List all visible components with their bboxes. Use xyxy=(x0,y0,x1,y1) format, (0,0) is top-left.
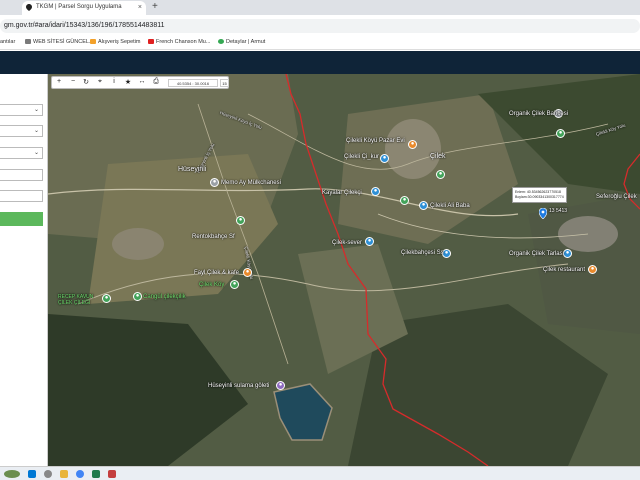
browser-tab-tkgm[interactable]: TKGM | Parsel Sorgu Uygulama × xyxy=(22,1,146,15)
map-toolbar: + − ↻ ⌖ i ★ ↔ ⎙ 40.5354 : 30.0016 15 xyxy=(51,76,229,89)
map-poi-pin[interactable]: ● xyxy=(400,196,409,205)
map-poi-pin[interactable]: ● xyxy=(436,170,445,179)
query-sidebar: ⌄ ⌄ ⌄ xyxy=(0,74,48,466)
block-input[interactable] xyxy=(0,169,43,181)
map-poi-pin[interactable]: ● xyxy=(419,201,428,210)
poi-label: Organik Çilek Bahçesi xyxy=(509,111,569,117)
map-view[interactable]: + − ↻ ⌖ i ★ ↔ ⎙ 40.5354 : 30.0016 15 Hüs… xyxy=(48,74,640,466)
youtube-icon xyxy=(148,39,154,44)
neighborhood-select[interactable]: ⌄ xyxy=(0,147,43,159)
chevron-down-icon: ⌄ xyxy=(33,107,39,113)
print-icon[interactable]: ⎙ xyxy=(151,78,161,86)
star-icon[interactable]: ★ xyxy=(123,78,133,86)
map-poi-pin[interactable]: ● xyxy=(371,187,380,196)
selected-location-marker-icon[interactable] xyxy=(539,208,547,219)
place-label-cilek: Çilek xyxy=(430,153,446,160)
poi-label: Cangül çilekçilik xyxy=(143,294,186,300)
map-poi-pin[interactable]: ● xyxy=(102,294,111,303)
district-select[interactable]: ⌄ xyxy=(0,125,43,137)
app-icon[interactable] xyxy=(108,470,116,478)
map-poi-pin[interactable]: ● xyxy=(236,216,245,225)
poi-label: Seferoğlu Çilek xyxy=(596,194,637,200)
map-poi-pin[interactable]: ● xyxy=(556,129,565,138)
map-poi-pin[interactable]: ● xyxy=(210,178,219,187)
address-bar: gm.gov.tr/#ara/idari/15343/136/196/17855… xyxy=(0,15,640,36)
zoom-level-readout: 15 xyxy=(220,79,229,87)
zoom-in-button[interactable]: + xyxy=(54,78,64,85)
bookmark-item[interactable]: Detaylar | Armut xyxy=(218,39,265,45)
refresh-icon[interactable]: ↻ xyxy=(81,78,91,86)
bookmark-item[interactable]: French Chanson Mu... xyxy=(148,39,210,45)
poi-label: Organik Çilek Tarlası xyxy=(509,251,565,257)
bookmark-shop-icon xyxy=(90,39,96,44)
bookmarks-bar: antılar WEB SİTESİ GÜNCEL... Alışveriş S… xyxy=(0,36,640,50)
poi-label: Çilekli Ali Baba xyxy=(430,203,470,209)
windows-start-icon[interactable] xyxy=(28,470,36,478)
url-field[interactable]: gm.gov.tr/#ara/idari/15343/136/196/17855… xyxy=(0,19,640,33)
map-poi-pin[interactable]: ● xyxy=(365,237,374,246)
poi-label: Memo Ay Mülkchanesi xyxy=(221,180,281,186)
tab-close-icon[interactable]: × xyxy=(138,4,142,11)
os-taskbar xyxy=(0,466,640,480)
bookmark-item[interactable]: Alışveriş Sepetim xyxy=(90,39,141,45)
chevron-down-icon: ⌄ xyxy=(33,128,39,134)
armut-icon xyxy=(218,39,224,44)
map-poi-pin[interactable]: ● xyxy=(408,140,417,149)
marker-label: 13 5413 xyxy=(549,208,568,214)
tab-title: TKGM | Parsel Sorgu Uygulama xyxy=(36,4,122,10)
poi-label: Çilek restaurant xyxy=(543,267,586,273)
province-select[interactable]: ⌄ xyxy=(0,104,43,116)
map-poi-pin[interactable]: ● xyxy=(230,280,239,289)
poi-label: Rentokbahçe Sf xyxy=(192,234,235,240)
map-poi-pin[interactable]: ● xyxy=(380,154,389,163)
browser-tabstrip: TKGM | Parsel Sorgu Uygulama × + xyxy=(0,0,640,15)
place-label-huseyinli: Hüseyinli xyxy=(178,166,207,173)
file-explorer-icon[interactable] xyxy=(60,470,68,478)
poi-label: RECEP KAVUN ÇİLEK ÇİLEĞİ xyxy=(58,294,94,306)
parcel-input[interactable] xyxy=(0,190,43,202)
chevron-down-icon: ⌄ xyxy=(33,150,39,156)
measure-icon[interactable]: ↔ xyxy=(137,78,147,85)
poi-label: Çilekli Çi_kur xyxy=(344,154,380,160)
map-poi-pin[interactable]: ● xyxy=(563,249,572,258)
zoom-out-button[interactable]: − xyxy=(68,78,78,85)
poi-label: Çilek-sever xyxy=(332,240,363,246)
coordinate-readout: 40.5354 : 30.0016 xyxy=(168,79,218,87)
search-icon[interactable] xyxy=(44,470,52,478)
map-poi-pin[interactable]: ● xyxy=(588,265,597,274)
poi-label: Çilekbahçesi Ss xyxy=(401,250,444,256)
bookmark-item[interactable]: WEB SİTESİ GÜNCEL... xyxy=(25,39,94,45)
coordinate-popup: Enlem: 40.534562623770518 Boylam:30.0903… xyxy=(512,187,567,203)
bookmark-folder-icon xyxy=(25,39,31,44)
app-icon[interactable] xyxy=(92,470,100,478)
locate-icon[interactable]: ⌖ xyxy=(95,78,105,86)
query-button[interactable] xyxy=(0,212,43,226)
popup-longitude: Boylam:30.0903341300317774 xyxy=(515,195,564,199)
map-poi-pin[interactable]: ● xyxy=(276,381,285,390)
poi-label: Çilek Köy xyxy=(199,282,225,288)
new-tab-button[interactable]: + xyxy=(152,1,158,12)
location-pin-icon xyxy=(26,4,32,11)
map-poi-pin[interactable]: ● xyxy=(133,292,142,301)
map-poi-pin[interactable]: ● xyxy=(243,268,252,277)
app-header xyxy=(0,51,640,74)
poi-label: Kayalar Çilekçi xyxy=(322,190,362,196)
bookmark-item[interactable]: antılar xyxy=(0,39,15,45)
poi-label: Fayl Çilek & kafe xyxy=(194,270,240,276)
chrome-icon[interactable] xyxy=(76,470,84,478)
info-icon[interactable]: i xyxy=(109,78,119,85)
weather-icon[interactable] xyxy=(4,470,20,478)
poi-label: Hüseyinli sulama göleti xyxy=(208,383,270,389)
poi-label: Çilekli Köyü Pazar Evi xyxy=(346,138,405,144)
